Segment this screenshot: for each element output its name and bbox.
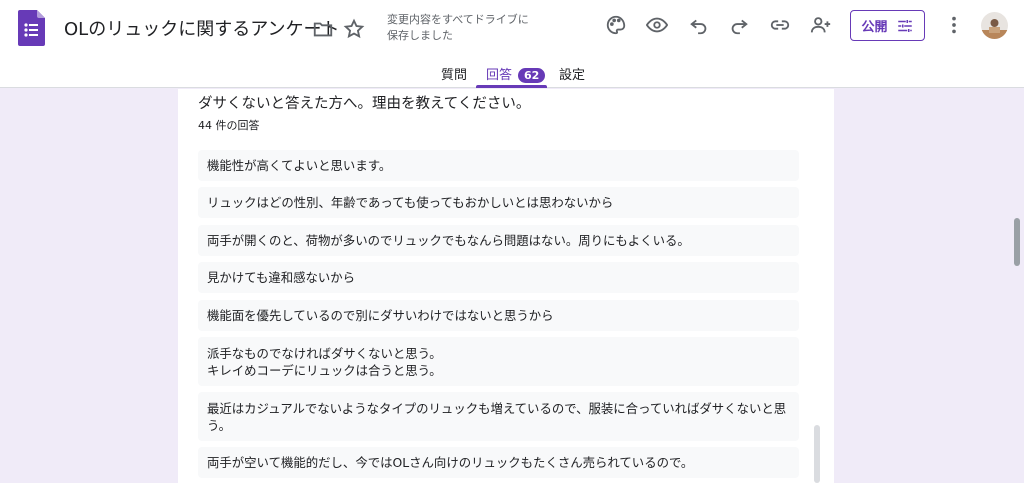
response-item: 派手なものでなければダサくないと思う。 キレイめコーデにリュックは合うと思う。: [198, 337, 799, 386]
tune-icon: [897, 19, 912, 32]
response-item: 両手が開くのと、荷物が多いのでリュックでもなんら問題はない。周りにもよくいる。: [198, 225, 799, 256]
undo-icon[interactable]: [684, 10, 714, 40]
tab-questions[interactable]: 質問: [441, 64, 467, 83]
response-item: 見かけても違和感ないから: [198, 262, 799, 293]
response-item: 最近はカジュアルでないようなタイプのリュックも増えているので、服装に合っていれば…: [198, 392, 799, 441]
star-icon[interactable]: [339, 14, 369, 44]
publish-button[interactable]: 公開: [850, 10, 925, 41]
more-vert-icon[interactable]: [939, 10, 969, 40]
response-item: 機能面を優先しているので別にダサいわけではないと思うから: [198, 300, 799, 331]
response-text: 最近はカジュアルでないようなタイプのリュックも増えているので、服装に合っていれば…: [207, 400, 787, 433]
response-count-badge: 62: [518, 68, 546, 83]
link-icon[interactable]: [765, 10, 795, 40]
folder-icon[interactable]: [308, 14, 338, 44]
tab-responses[interactable]: 回答 62: [486, 64, 546, 83]
form-title[interactable]: OLのリュックに関するアンケート: [64, 15, 339, 41]
question-title: ダサくないと答えた方へ。理由を教えてください。: [198, 96, 531, 112]
app-header: OLのリュックに関するアンケート 変更内容をすべてドライブに 保存しました 公開: [0, 0, 1024, 88]
response-text: 派手なものでなければダサくないと思う。 キレイめコーデにリュックは合うと思う。: [207, 345, 442, 378]
palette-icon[interactable]: [601, 10, 631, 40]
response-count: 44 件の回答: [198, 119, 260, 132]
forms-logo-icon[interactable]: [18, 10, 45, 46]
page-scrollbar[interactable]: [1014, 218, 1020, 266]
responses-scrollbar[interactable]: [814, 425, 820, 483]
tab-settings[interactable]: 設定: [559, 64, 585, 83]
redo-icon[interactable]: [724, 10, 754, 40]
avatar[interactable]: [981, 12, 1008, 39]
active-tab-indicator: [476, 85, 547, 88]
response-item: 機能性が高くてよいと思います。: [198, 150, 799, 181]
save-status: 変更内容をすべてドライブに 保存しました: [387, 13, 529, 42]
response-item: 両手が空いて機能的だし、今ではOLさん向けのリュックもたくさん売られているので。: [198, 447, 799, 478]
response-item: リュックはどの性別、年齢であっても使ってもおかしいとは思わないから: [198, 187, 799, 218]
tab-responses-label: 回答: [486, 68, 513, 83]
publish-label: 公開: [861, 20, 888, 35]
add-collaborator-icon[interactable]: [806, 10, 836, 40]
preview-eye-icon[interactable]: [642, 10, 672, 40]
question-summary-card: ダサくないと答えた方へ。理由を教えてください。 44 件の回答 機能性が高くてよ…: [178, 89, 834, 483]
